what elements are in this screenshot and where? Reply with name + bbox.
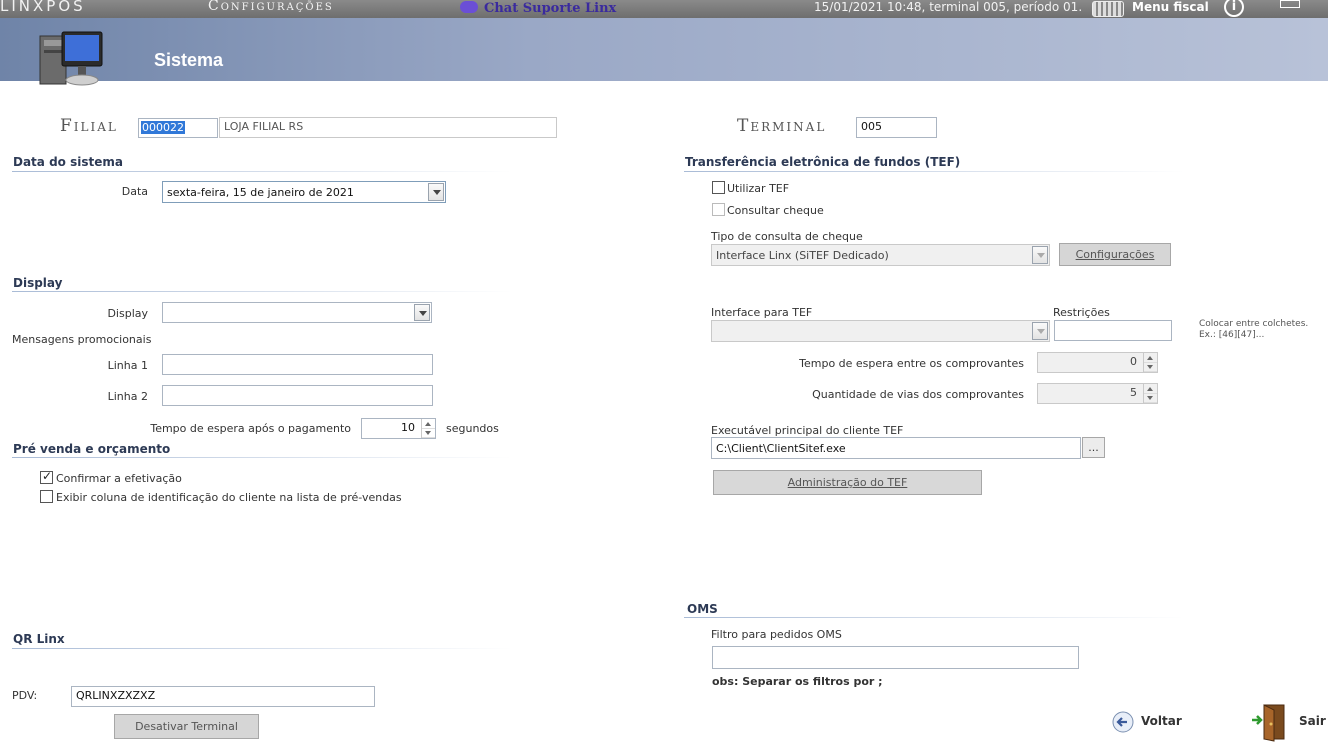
segundos-label: segundos bbox=[446, 422, 499, 435]
restricoes-label: Restrições bbox=[1053, 306, 1110, 319]
section-qr-linx: QR Linx bbox=[13, 632, 65, 646]
terminal-input[interactable]: 005 bbox=[856, 117, 937, 138]
section-divider bbox=[12, 457, 512, 458]
section-title: Configurações bbox=[208, 0, 334, 14]
vias-comprovantes-value: 5 bbox=[1130, 386, 1137, 399]
chevron-down-icon[interactable] bbox=[428, 183, 444, 201]
tempo-comprovantes-label: Tempo de espera entre os comprovantes bbox=[799, 357, 1024, 370]
linha2-input[interactable] bbox=[162, 385, 433, 406]
tipo-consulta-value: Interface Linx (SiTEF Dedicado) bbox=[716, 249, 889, 262]
utilizar-tef-label: Utilizar TEF bbox=[727, 182, 790, 195]
linha1-input[interactable] bbox=[162, 354, 433, 375]
linha1-label: Linha 1 bbox=[107, 359, 148, 372]
data-label: Data bbox=[121, 185, 148, 198]
section-divider bbox=[684, 171, 1184, 172]
section-pre-venda: Pré venda e orçamento bbox=[13, 442, 171, 456]
chevron-down-icon[interactable] bbox=[1032, 246, 1048, 264]
mensagens-label: Mensagens promocionais bbox=[12, 333, 152, 346]
tempo-comprovantes-value: 0 bbox=[1130, 355, 1137, 368]
exit-door-icon bbox=[1252, 704, 1285, 742]
chat-support-link[interactable]: Chat Suporte Linx bbox=[460, 0, 616, 16]
keyboard-icon[interactable] bbox=[1092, 1, 1124, 17]
browse-button[interactable]: ... bbox=[1082, 437, 1105, 458]
vias-comprovantes-stepper[interactable]: 5 bbox=[1037, 383, 1158, 404]
tempo-pagamento-stepper[interactable]: 10 bbox=[361, 418, 436, 439]
oms-obs-text: obs: Separar os filtros por ; bbox=[712, 675, 883, 688]
exibir-coluna-checkbox[interactable] bbox=[40, 490, 53, 503]
filtro-oms-label: Filtro para pedidos OMS bbox=[711, 628, 842, 641]
executavel-label: Executável principal do cliente TEF bbox=[711, 424, 904, 437]
filial-code-value: 000022 bbox=[141, 121, 185, 134]
exibir-coluna-label: Exibir coluna de identificação do client… bbox=[56, 491, 402, 504]
tipo-consulta-select[interactable]: Interface Linx (SiTEF Dedicado) bbox=[711, 244, 1050, 266]
section-divider bbox=[12, 648, 512, 649]
tempo-comprovantes-stepper[interactable]: 0 bbox=[1037, 352, 1158, 373]
filial-label: Filial bbox=[60, 116, 118, 136]
display-label: Display bbox=[107, 307, 148, 320]
section-divider bbox=[12, 291, 512, 292]
chat-bubble-icon bbox=[460, 1, 478, 13]
restricoes-hint-1: Colocar entre colchetes. bbox=[1199, 319, 1309, 329]
data-select-value: sexta-feira, 15 de janeiro de 2021 bbox=[167, 186, 354, 199]
section-data-sistema: Data do sistema bbox=[13, 155, 123, 169]
consultar-cheque-label: Consultar cheque bbox=[727, 204, 824, 217]
terminal-label: Terminal bbox=[737, 116, 827, 136]
filtro-oms-input[interactable] bbox=[712, 646, 1079, 669]
stepper-down-icon[interactable] bbox=[422, 429, 435, 438]
interface-tef-select[interactable] bbox=[711, 320, 1050, 342]
menu-fiscal-button[interactable]: Menu fiscal bbox=[1132, 0, 1209, 14]
voltar-label: Voltar bbox=[1141, 714, 1182, 728]
stepper-up-icon[interactable] bbox=[1144, 353, 1157, 363]
section-divider bbox=[12, 171, 512, 172]
chevron-down-icon[interactable] bbox=[1032, 322, 1048, 340]
pdv-label: PDV: bbox=[12, 689, 38, 702]
section-display: Display bbox=[13, 276, 63, 290]
chat-support-label: Chat Suporte Linx bbox=[484, 1, 617, 16]
data-select[interactable]: sexta-feira, 15 de janeiro de 2021 bbox=[162, 181, 446, 203]
consultar-cheque-checkbox[interactable] bbox=[712, 203, 725, 216]
restricoes-hint-2: Ex.: [46][47]... bbox=[1199, 330, 1265, 340]
interface-tef-label: Interface para TEF bbox=[711, 306, 813, 319]
back-arrow-icon bbox=[1112, 711, 1134, 733]
top-bar: LINXPOS Configurações Chat Suporte Linx … bbox=[0, 0, 1328, 18]
stepper-down-icon[interactable] bbox=[1144, 363, 1157, 372]
configuracoes-button-label: Configurações bbox=[1075, 248, 1155, 261]
filial-name-field: LOJA FILIAL RS bbox=[219, 117, 557, 138]
utilizar-tef-checkbox[interactable] bbox=[712, 181, 725, 194]
sair-label: Sair bbox=[1299, 714, 1326, 728]
page-header: Sistema bbox=[0, 18, 1328, 86]
vias-comprovantes-label: Quantidade de vias dos comprovantes bbox=[812, 388, 1024, 401]
stepper-arrows[interactable] bbox=[1143, 384, 1157, 403]
confirmar-efetivacao-checkbox[interactable] bbox=[40, 469, 53, 484]
stepper-up-icon[interactable] bbox=[1144, 384, 1157, 394]
section-divider bbox=[684, 617, 1184, 618]
administracao-tef-button[interactable]: Administração do TEF bbox=[713, 470, 982, 495]
stepper-arrows[interactable] bbox=[421, 419, 435, 438]
pdv-input[interactable]: QRLINXZXZXZ bbox=[71, 686, 375, 707]
stepper-up-icon[interactable] bbox=[422, 419, 435, 429]
section-tef: Transferência eletrônica de fundos (TEF) bbox=[685, 155, 961, 169]
display-select[interactable] bbox=[162, 302, 432, 323]
info-icon[interactable]: i bbox=[1224, 0, 1244, 17]
tipo-consulta-label: Tipo de consulta de cheque bbox=[711, 230, 863, 243]
filial-code-input[interactable]: 000022 bbox=[138, 118, 218, 138]
tempo-pagamento-label: Tempo de espera após o pagamento bbox=[150, 422, 351, 435]
configuracoes-button[interactable]: Configurações bbox=[1059, 243, 1171, 266]
brand-logo: LINXPOS bbox=[0, 0, 86, 15]
restricoes-input[interactable] bbox=[1054, 320, 1172, 341]
stepper-down-icon[interactable] bbox=[1144, 394, 1157, 403]
page-title: Sistema bbox=[154, 50, 224, 70]
desativar-terminal-button[interactable]: Desativar Terminal bbox=[114, 714, 259, 739]
chevron-down-icon[interactable] bbox=[414, 304, 430, 321]
status-text: 15/01/2021 10:48, terminal 005, período … bbox=[814, 0, 1083, 14]
executavel-input[interactable]: C:\Client\ClientSitef.exe bbox=[711, 437, 1081, 459]
administracao-tef-label: Administração do TEF bbox=[787, 476, 908, 489]
tempo-pagamento-value: 10 bbox=[401, 421, 415, 434]
confirmar-efetivacao-label: Confirmar a efetivação bbox=[56, 472, 182, 485]
stepper-arrows[interactable] bbox=[1143, 353, 1157, 372]
linha2-label: Linha 2 bbox=[107, 390, 148, 403]
minimize-icon[interactable] bbox=[1280, 0, 1300, 8]
section-oms: OMS bbox=[687, 602, 718, 616]
computer-settings-icon bbox=[39, 31, 103, 86]
